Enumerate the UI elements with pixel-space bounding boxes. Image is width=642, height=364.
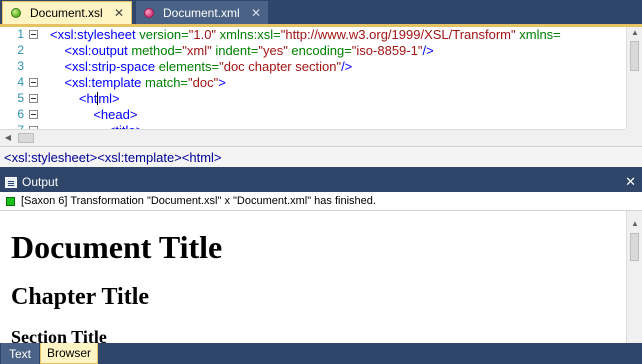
output-window-icon [5, 176, 17, 188]
code-token: <xsl:output [64, 43, 132, 58]
scrollbar-thumb[interactable] [630, 233, 639, 261]
scroll-up-icon[interactable]: ▲ [630, 219, 640, 228]
code-editor[interactable]: 1 2 3 4 5 6 7 <xsl:stylesheet version="1… [0, 24, 642, 146]
code-token: encoding= [291, 43, 352, 58]
scroll-up-icon[interactable]: ▲ [630, 28, 640, 37]
section-title-heading: Section Title [11, 327, 107, 343]
code-line[interactable]: <head> [50, 107, 137, 123]
code-line[interactable]: <xsl:strip-space elements="doc chapter s… [50, 59, 352, 75]
code-token: > [218, 75, 226, 90]
output-panel-header: Output ✕ [0, 172, 642, 192]
tab-label: Document.xsl [30, 6, 103, 20]
code-token: indent= [215, 43, 259, 58]
output-view-tabs: Text Browser [0, 343, 642, 364]
preview-vertical-scrollbar[interactable]: ▲ [626, 211, 642, 343]
code-token: <xsl:stylesheet [50, 27, 140, 42]
close-icon[interactable]: ✕ [249, 7, 263, 19]
scrollbar-thumb[interactable] [18, 133, 34, 143]
close-icon[interactable]: ✕ [625, 174, 636, 190]
chapter-title-heading: Chapter Title [11, 284, 150, 310]
code-token: "yes" [258, 43, 292, 58]
fold-toggle-icon[interactable] [29, 30, 38, 39]
line-number: 1 [17, 27, 24, 41]
code-token: "http://www.w3.org/1999/XSL/Transform" [280, 27, 520, 42]
tab-document-xsl[interactable]: Document.xsl ✕ [2, 1, 132, 24]
line-number: 5 [17, 91, 24, 105]
browser-preview[interactable]: Document Title Chapter Title Section Tit… [0, 211, 642, 343]
line-number: 2 [17, 43, 24, 57]
tab-browser[interactable]: Browser [40, 343, 98, 364]
status-message: [Saxon 6] Transformation "Document.xsl" … [21, 195, 376, 207]
line-number: 3 [17, 59, 24, 73]
fold-toggle-icon[interactable] [29, 78, 38, 87]
code-line[interactable]: <xsl:output method="xml" indent="yes" en… [50, 43, 434, 59]
fold-toggle-icon[interactable] [29, 94, 38, 103]
scrollbar-corner [626, 129, 642, 146]
code-line[interactable]: <xsl:template match="doc"> [50, 75, 226, 91]
document-title-heading: Document Title [11, 229, 223, 265]
code-token: method= [131, 43, 183, 58]
editor-horizontal-scrollbar[interactable]: ◀ [0, 129, 626, 146]
xsl-file-icon [11, 8, 21, 18]
code-token: "xml" [182, 43, 216, 58]
editor-vertical-scrollbar[interactable]: ▲ [626, 27, 642, 131]
code-token: "iso-8859-1" [351, 43, 423, 58]
tab-document-xml[interactable]: Document.xml ✕ [136, 1, 268, 24]
success-indicator-icon [6, 196, 15, 206]
tab-label: Document.xml [163, 5, 240, 20]
code-token: /> [341, 59, 353, 74]
xml-file-icon [144, 7, 154, 18]
scroll-left-icon[interactable]: ◀ [3, 133, 13, 142]
code-token: elements= [158, 59, 220, 74]
output-panel-title: Output [22, 175, 59, 189]
tab-text[interactable]: Text [1, 343, 39, 364]
scrollbar-thumb[interactable] [630, 41, 639, 71]
line-number: 6 [17, 107, 24, 121]
code-token: xmlns= [519, 27, 561, 42]
document-tab-strip: Document.xsl ✕ Document.xml ✕ [0, 0, 642, 24]
code-text-area[interactable]: <xsl:stylesheet version="1.0" xmlns:xsl=… [50, 27, 626, 131]
transformation-status: [Saxon 6] Transformation "Document.xsl" … [0, 192, 642, 211]
close-icon[interactable]: ✕ [112, 7, 126, 19]
code-token: xmlns:xsl= [219, 27, 281, 42]
code-token: <xsl:strip-space [64, 59, 159, 74]
xpath-breadcrumb[interactable]: <xsl:stylesheet><xsl:template><html> [0, 146, 642, 167]
code-token: ml> [98, 91, 120, 106]
code-token: "doc chapter section" [219, 59, 342, 74]
code-token: <head> [93, 107, 138, 122]
code-token: /> [422, 43, 434, 58]
code-token: <xsl:template [64, 75, 146, 90]
code-line[interactable]: <xsl:stylesheet version="1.0" xmlns:xsl=… [50, 27, 561, 43]
code-token: <ht [78, 91, 98, 106]
code-line[interactable]: <html> [50, 91, 120, 107]
fold-toggle-icon[interactable] [29, 110, 38, 119]
line-number-gutter: 1 2 3 4 5 6 7 [0, 27, 44, 137]
code-token: match= [145, 75, 189, 90]
line-number: 4 [17, 75, 24, 89]
code-token: "doc" [188, 75, 219, 90]
code-token: version= [139, 27, 189, 42]
code-token: "1.0" [188, 27, 220, 42]
